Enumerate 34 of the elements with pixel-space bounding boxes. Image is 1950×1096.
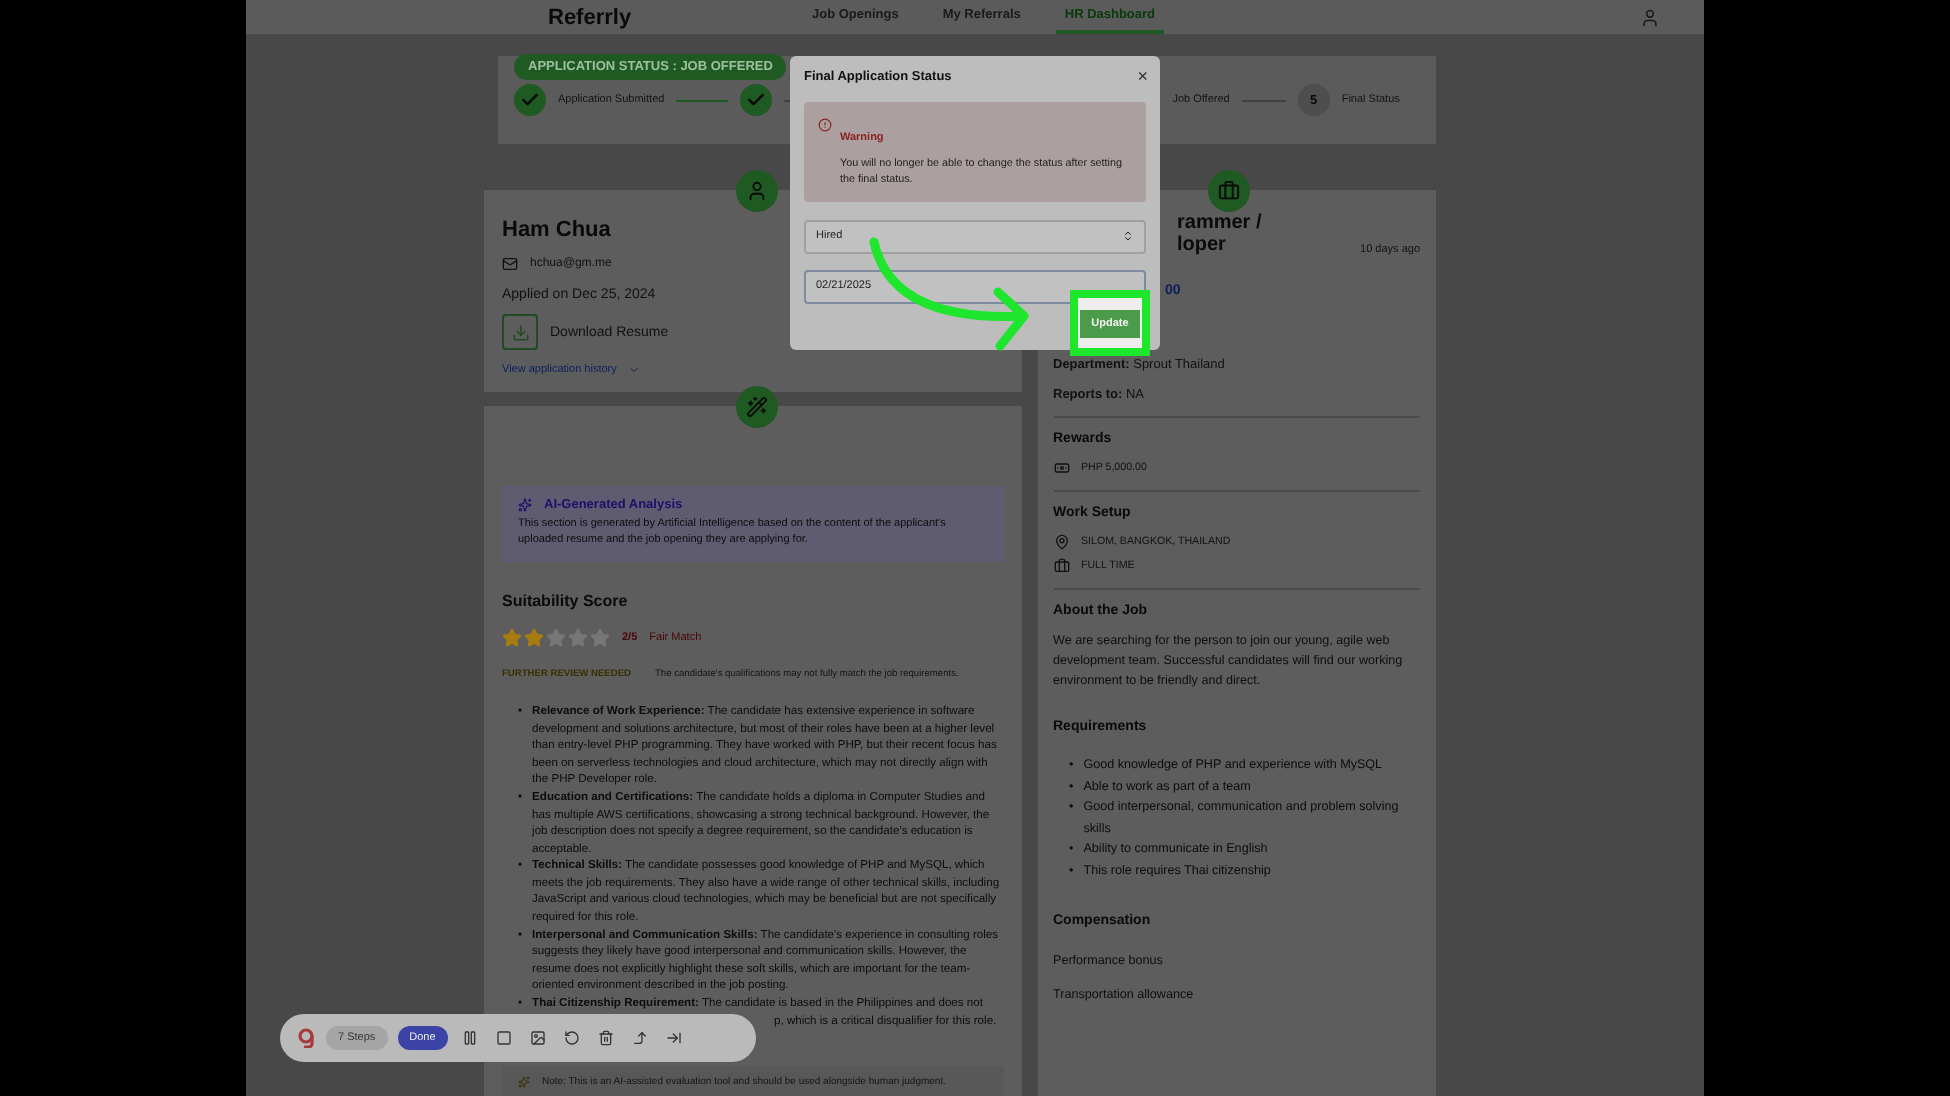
- skip-icon: [665, 1030, 682, 1046]
- alert-icon: [818, 118, 832, 132]
- wand-icon: [736, 386, 778, 428]
- star-icon: [590, 627, 610, 648]
- star-icon: [524, 627, 544, 648]
- job-title: rammer /: [1177, 212, 1262, 234]
- applicant-name: Ham Chua: [502, 218, 611, 242]
- star-icon: [502, 627, 522, 648]
- undo-icon: [563, 1030, 580, 1046]
- logo: Referrly: [548, 5, 634, 29]
- mail-icon: [502, 256, 518, 272]
- pin-icon: [1053, 534, 1069, 550]
- user-icon: [1640, 7, 1660, 27]
- briefcase-icon: [1053, 558, 1069, 574]
- stop-icon: [495, 1030, 512, 1046]
- pause-icon: [461, 1030, 478, 1046]
- star-icon: [546, 627, 566, 648]
- chevron-icon: [628, 364, 641, 376]
- check-icon: [514, 84, 546, 116]
- download-icon[interactable]: [502, 314, 538, 350]
- sparkle-icon: [518, 498, 532, 512]
- image-icon: [529, 1030, 546, 1046]
- check-icon: [740, 84, 773, 116]
- star-icon: [568, 627, 588, 648]
- arrow-up-icon: [631, 1030, 648, 1046]
- sparkle-icon: [518, 1076, 530, 1089]
- close-button[interactable]: ×: [1137, 68, 1148, 86]
- trash-icon: [597, 1030, 614, 1046]
- briefcase-icon: [1207, 170, 1249, 212]
- job-title: loper: [1177, 234, 1226, 256]
- score-title: Suitability Score: [502, 591, 628, 610]
- logo-icon: [296, 1028, 316, 1048]
- money-icon: [1053, 460, 1069, 476]
- user-icon: [736, 170, 778, 212]
